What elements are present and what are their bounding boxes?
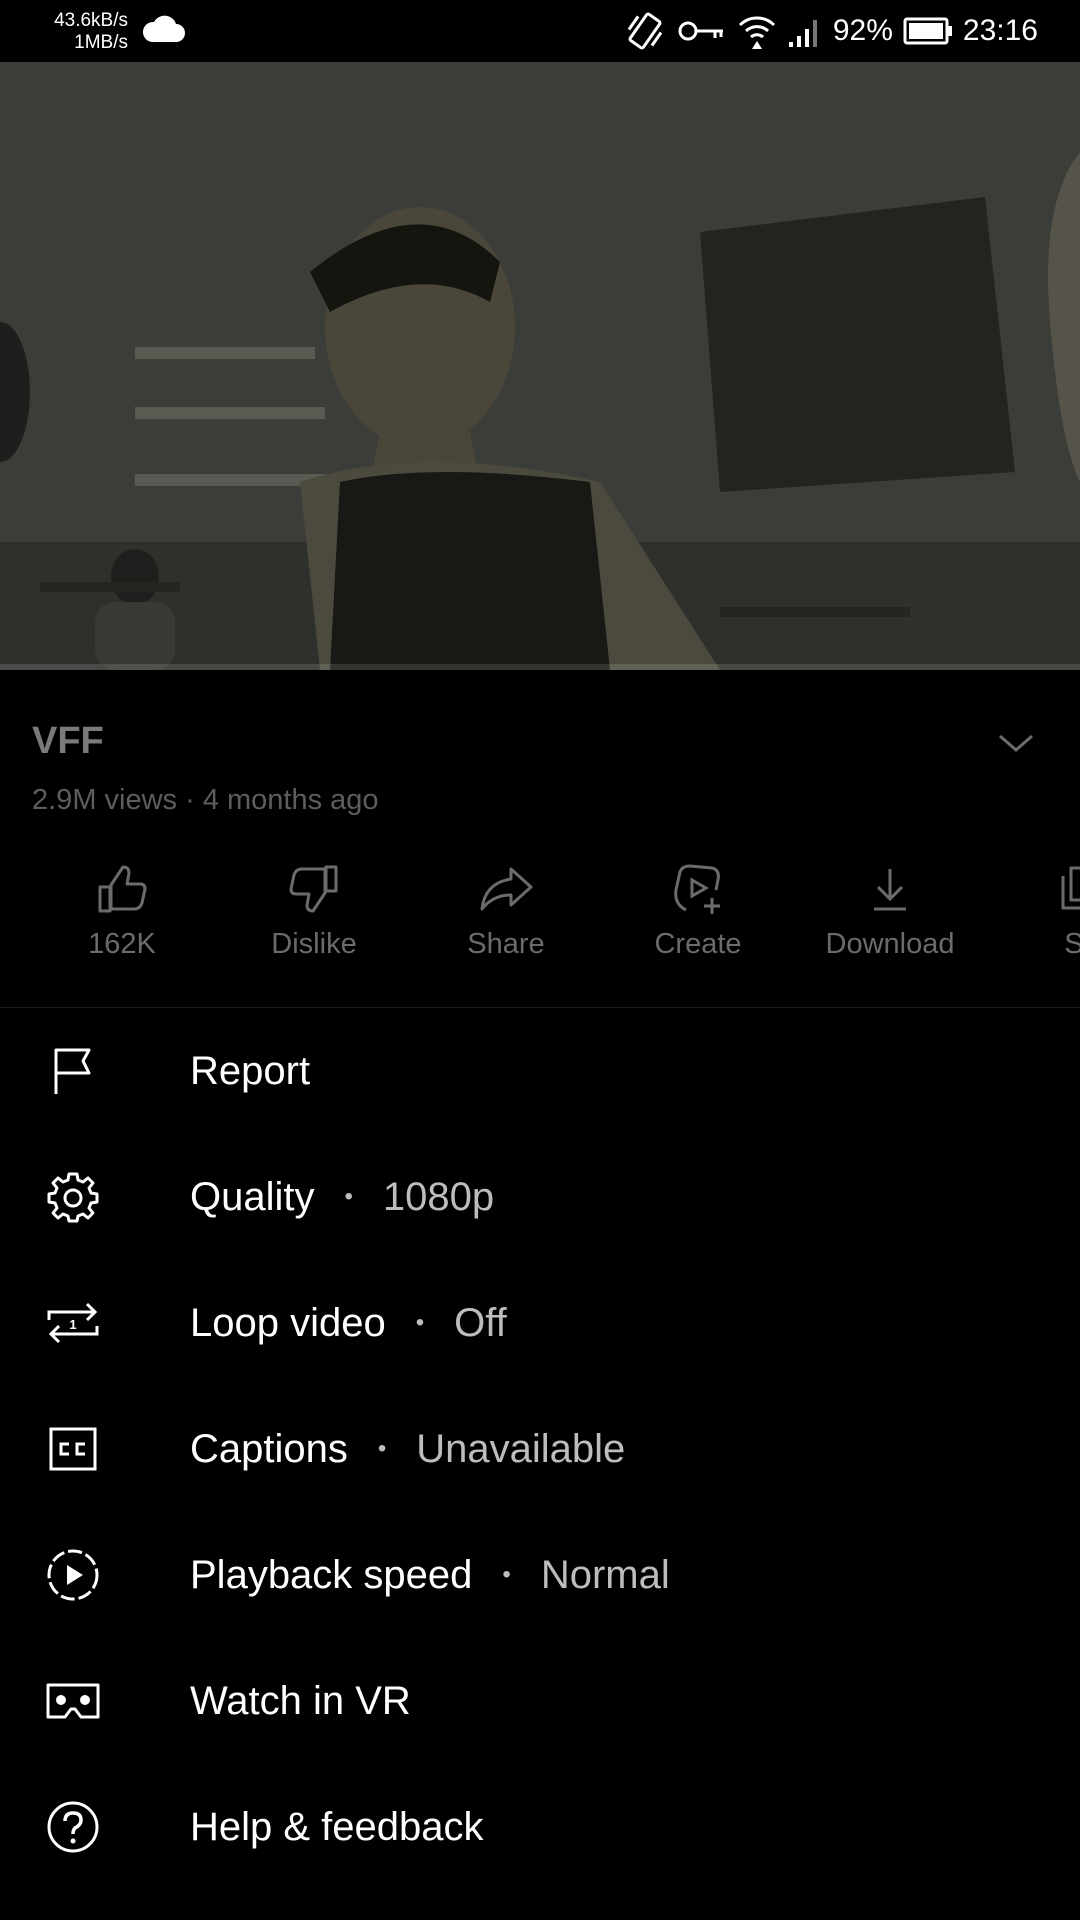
battery-percent: 92%: [832, 14, 893, 47]
share-label: Share: [467, 928, 545, 960]
dislike-label: Dislike: [271, 928, 357, 960]
menu-item-loop-video[interactable]: 1 Loop video • Off: [0, 1260, 1080, 1386]
chevron-down-icon[interactable]: [996, 728, 1036, 758]
menu-item-label: Help & feedback: [190, 1804, 484, 1849]
signal-icon: [788, 20, 817, 47]
upload-speed: 43.6kB/s: [54, 10, 128, 31]
save-icon: [1061, 866, 1080, 910]
menu-item-label: Playback speed: [190, 1552, 473, 1597]
captions-icon: [49, 1427, 97, 1471]
menu-item-watch-in-vr[interactable]: Watch in VR: [0, 1638, 1080, 1764]
separator-dot: •: [344, 1183, 353, 1210]
save-button[interactable]: Sa: [992, 858, 1080, 978]
playback-speed-icon: [47, 1549, 99, 1601]
share-icon: [480, 867, 533, 911]
video-player[interactable]: [0, 62, 1080, 670]
create-button[interactable]: Create: [608, 858, 788, 978]
video-info-panel: VFF 2.9M views · 4 months ago 162K Disli…: [0, 670, 1080, 1008]
battery-icon: [903, 17, 952, 45]
menu-item-label: Quality: [190, 1174, 315, 1219]
download-label: Download: [825, 928, 955, 960]
loop-value: Off: [454, 1300, 507, 1345]
create-icon: [674, 864, 720, 914]
separator-dot: •: [502, 1561, 511, 1588]
menu-item-label: Watch in VR: [190, 1678, 411, 1723]
clock: 23:16: [962, 14, 1038, 47]
gear-icon: [47, 1172, 99, 1223]
video-frame: [0, 62, 1080, 670]
menu-item-captions[interactable]: Captions • Unavailable: [0, 1386, 1080, 1512]
vpn-key-icon: [678, 21, 723, 41]
wifi-icon: [738, 16, 775, 49]
playback-speed-value: Normal: [540, 1552, 670, 1597]
vr-icon: [46, 1683, 100, 1719]
action-bar: 162K Dislike Share Create Download S: [0, 858, 1080, 978]
menu-item-label: Captions: [190, 1426, 348, 1471]
share-button[interactable]: Share: [416, 858, 596, 978]
download-icon: [874, 869, 906, 911]
save-label: Sa: [1064, 928, 1080, 960]
network-speed: 43.6kB/s 1MB/s: [30, 10, 128, 54]
help-icon: [47, 1801, 99, 1853]
cloud-icon: [142, 15, 185, 42]
status-bar: 43.6kB/s 1MB/s 92% 23:16: [0, 0, 1080, 62]
download-speed: 1MB/s: [74, 32, 128, 53]
svg-text:1: 1: [69, 1317, 76, 1332]
quality-value: 1080p: [382, 1174, 495, 1219]
separator-dot: •: [377, 1435, 387, 1462]
video-title[interactable]: VFF: [32, 720, 104, 763]
flag-icon: [54, 1048, 91, 1094]
thumbs-down-icon: [289, 865, 338, 913]
like-button[interactable]: 162K: [32, 858, 212, 978]
video-meta: 2.9M views · 4 months ago: [32, 784, 379, 816]
separator-dot: •: [415, 1309, 425, 1336]
like-count: 162K: [88, 928, 156, 960]
menu-item-quality[interactable]: Quality • 1080p: [0, 1134, 1080, 1260]
captions-value: Unavailable: [416, 1426, 626, 1471]
vibrate-icon: [627, 12, 663, 50]
options-sheet: Report Quality • 1080p 1 Loop video • Of…: [0, 1008, 1080, 1920]
menu-item-label: Report: [190, 1048, 311, 1093]
menu-item-label: Loop video: [190, 1300, 386, 1345]
menu-item-playback-speed[interactable]: Playback speed • Normal: [0, 1512, 1080, 1638]
menu-item-help-feedback[interactable]: Help & feedback: [0, 1764, 1080, 1890]
menu-item-report[interactable]: Report: [0, 1008, 1080, 1134]
thumbs-up-icon: [98, 865, 147, 913]
create-label: Create: [654, 928, 742, 960]
download-button[interactable]: Download: [800, 858, 980, 978]
loop-icon: 1: [47, 1302, 99, 1344]
dislike-button[interactable]: Dislike: [224, 858, 404, 978]
